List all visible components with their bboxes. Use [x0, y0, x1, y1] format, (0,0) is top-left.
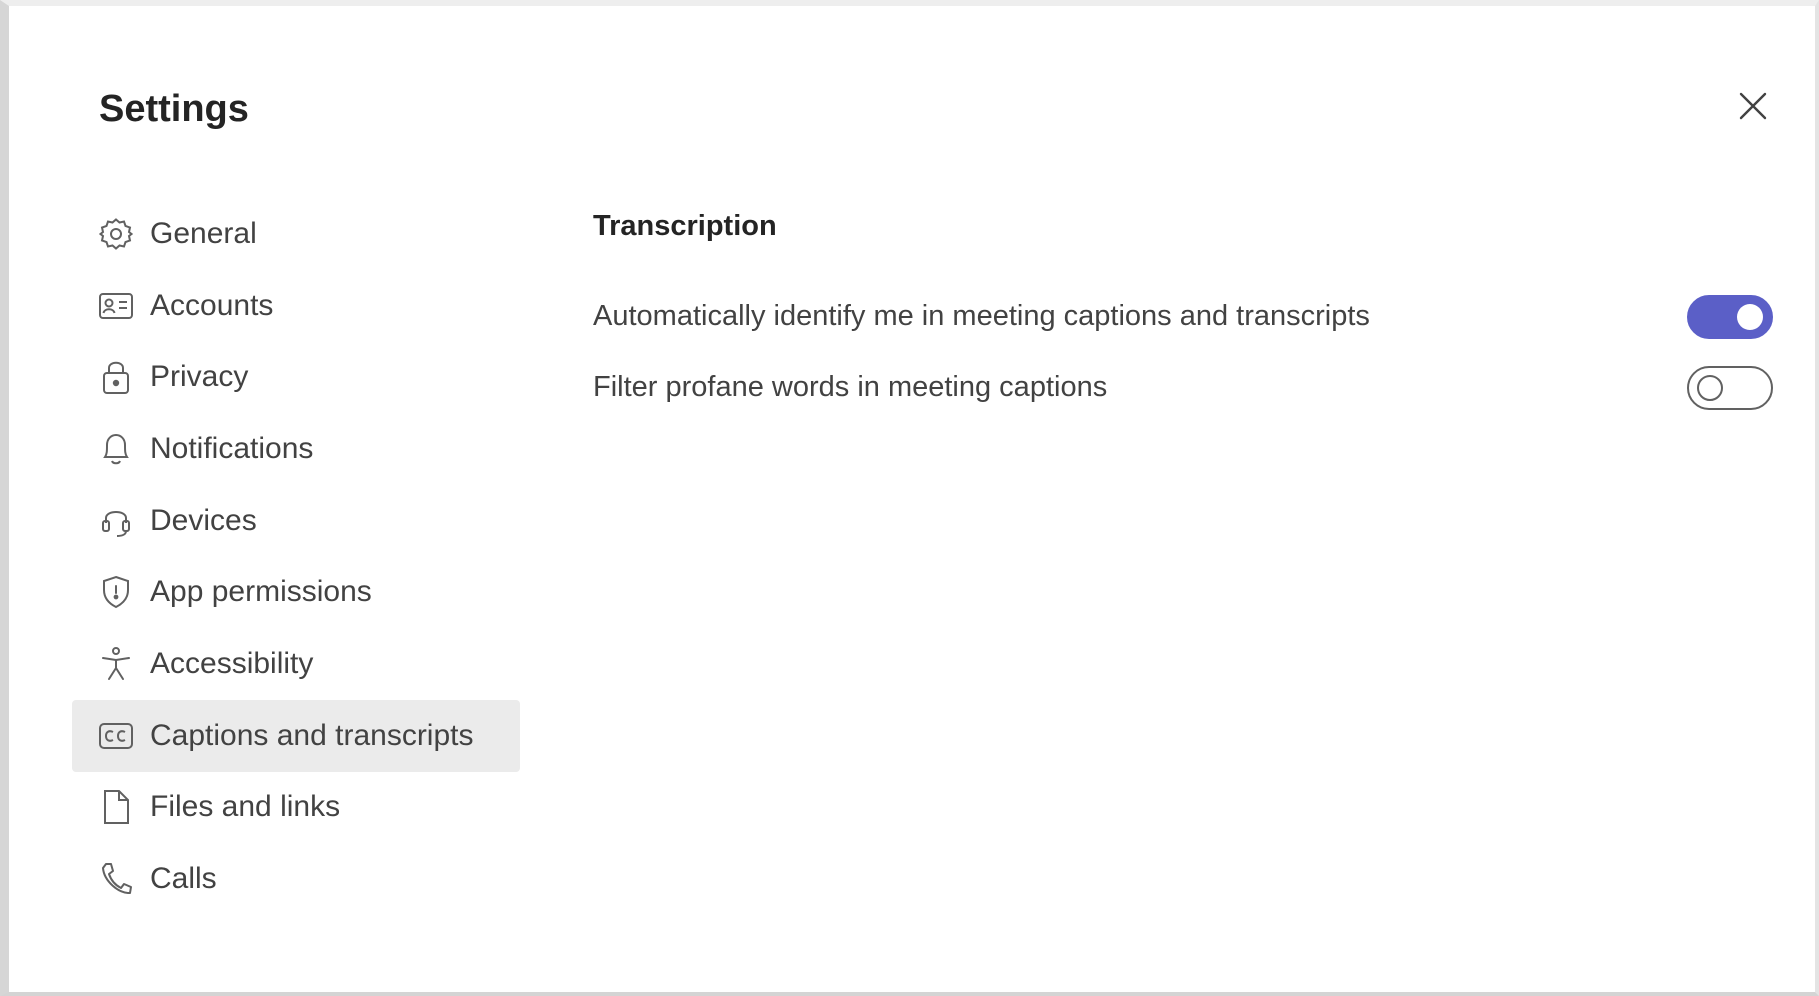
close-button[interactable] — [1731, 86, 1775, 130]
filter-profanity-toggle[interactable] — [1687, 365, 1773, 410]
sidebar-item-notifications[interactable]: Notifications — [72, 413, 520, 485]
sidebar-item-captions-and-transcripts[interactable]: Captions and transcripts — [72, 699, 520, 772]
setting-label: Automatically identify me in meeting cap… — [593, 300, 1370, 332]
document-icon — [96, 787, 136, 827]
sidebar-item-label: Captions and transcripts — [150, 718, 474, 752]
shield-icon — [96, 572, 136, 612]
close-icon — [1738, 91, 1768, 126]
settings-dialog: Settings General Accounts Privacy Notifi… — [0, 0, 1819, 996]
closed-captions-icon — [96, 716, 136, 756]
sidebar-item-label: Notifications — [150, 431, 314, 465]
sidebar-item-label: Accounts — [150, 288, 274, 322]
sidebar-item-general[interactable]: General — [72, 198, 520, 270]
setting-row-auto-identify: Automatically identify me in meeting cap… — [593, 281, 1773, 352]
auto-identify-toggle[interactable] — [1687, 294, 1773, 339]
section-title: Transcription — [593, 210, 777, 242]
lock-icon — [96, 357, 136, 397]
phone-icon — [96, 859, 136, 899]
dialog-title: Settings — [99, 88, 249, 130]
settings-sidebar: General Accounts Privacy Notifications D… — [72, 198, 520, 915]
sidebar-item-files-and-links[interactable]: Files and links — [72, 772, 520, 844]
sidebar-item-label: Devices — [150, 503, 257, 537]
sidebar-item-label: Privacy — [150, 360, 249, 394]
gear-icon — [96, 214, 136, 254]
sidebar-item-accessibility[interactable]: Accessibility — [72, 628, 520, 700]
sidebar-item-devices[interactable]: Devices — [72, 485, 520, 557]
sidebar-item-label: Accessibility — [150, 646, 314, 680]
sidebar-item-label: General — [150, 216, 257, 250]
sidebar-item-calls[interactable]: Calls — [72, 843, 520, 915]
setting-label: Filter profane words in meeting captions — [593, 371, 1108, 403]
headset-icon — [96, 501, 136, 541]
sidebar-item-privacy[interactable]: Privacy — [72, 341, 520, 413]
bell-icon — [96, 429, 136, 469]
sidebar-item-label: Files and links — [150, 790, 341, 824]
settings-content: Transcription Automatically identify me … — [593, 210, 1773, 423]
accessibility-icon — [96, 644, 136, 684]
sidebar-item-accounts[interactable]: Accounts — [72, 270, 520, 342]
id-card-icon — [96, 286, 136, 326]
setting-row-filter-profanity: Filter profane words in meeting captions — [593, 352, 1773, 423]
sidebar-item-app-permissions[interactable]: App permissions — [72, 556, 520, 628]
sidebar-item-label: Calls — [150, 862, 217, 896]
sidebar-item-label: App permissions — [150, 575, 372, 609]
toggle-knob — [1697, 374, 1723, 401]
toggle-knob — [1737, 303, 1763, 330]
